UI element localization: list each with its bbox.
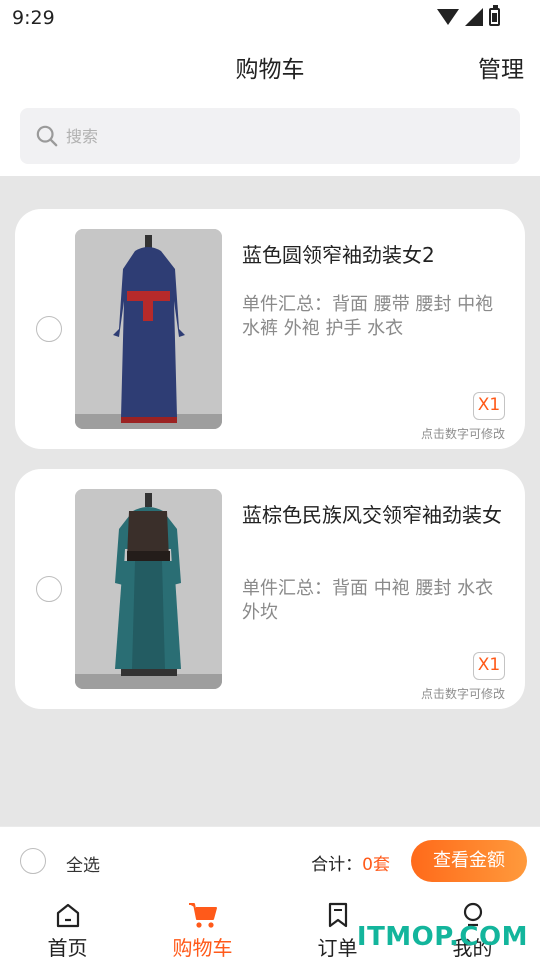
bookmark-icon [328, 902, 347, 928]
item-select-radio[interactable] [36, 576, 62, 602]
quantity-hint: 点击数字可修改 [420, 427, 505, 441]
select-all-radio[interactable] [20, 848, 46, 874]
cart-item[interactable]: 蓝色圆领窄袖劲装女2 单件汇总：背面 腰带 腰封 中袍 水裤 外袍 护手 水衣 … [15, 209, 525, 449]
tab-home[interactable]: 首页 [0, 896, 135, 960]
costume-blue-robe-icon [75, 229, 222, 429]
search-icon [36, 125, 58, 147]
cart-icon [188, 903, 217, 928]
quantity-hint: 点击数字可修改 [420, 687, 505, 701]
quantity-badge[interactable]: X1 [473, 652, 505, 680]
signal-icon [465, 8, 483, 26]
cart-item[interactable]: 蓝棕色民族风交领窄袖劲装女 单件汇总：背面 中袍 腰封 水衣 外坎 X1 点击数… [15, 469, 525, 709]
status-bar: 9:29 [0, 0, 540, 36]
checkout-bar: 全选 合计：0套 查看金额 [0, 826, 540, 896]
product-image[interactable] [75, 229, 222, 429]
tab-cart[interactable]: 购物车 [135, 896, 270, 960]
costume-teal-brown-robe-icon [75, 489, 222, 689]
product-name[interactable]: 蓝棕色民族风交领窄袖劲装女 [242, 503, 510, 528]
tab-label: 购物车 [172, 936, 233, 960]
home-icon [56, 903, 79, 928]
search-box[interactable] [20, 108, 520, 164]
total-label: 合计： [311, 855, 363, 875]
select-all-label[interactable]: 全选 [66, 851, 100, 876]
view-price-button[interactable]: 查看金额 [411, 840, 527, 882]
search-input[interactable] [66, 116, 496, 156]
total-summary: 合计：0套 [311, 850, 390, 875]
item-select-radio[interactable] [36, 316, 62, 342]
wifi-icon [437, 9, 459, 25]
tab-label: 首页 [47, 936, 88, 960]
manage-button[interactable]: 管理 [478, 50, 524, 84]
header: 购物车 管理 [0, 36, 540, 176]
battery-icon [489, 5, 500, 26]
product-image[interactable] [75, 489, 222, 689]
total-value: 0套 [362, 855, 390, 875]
product-name[interactable]: 蓝色圆领窄袖劲装女2 [242, 243, 510, 268]
watermark: ITMOP.COM [356, 922, 528, 952]
status-icons [437, 5, 500, 26]
page-title: 购物车 [235, 57, 305, 83]
status-time: 9:29 [12, 7, 55, 29]
product-summary: 单件汇总：背面 腰带 腰封 中袍 水裤 外袍 护手 水衣 [242, 294, 494, 339]
product-summary: 单件汇总：背面 中袍 腰封 水衣 外坎 [242, 578, 494, 623]
quantity-badge[interactable]: X1 [473, 392, 505, 420]
